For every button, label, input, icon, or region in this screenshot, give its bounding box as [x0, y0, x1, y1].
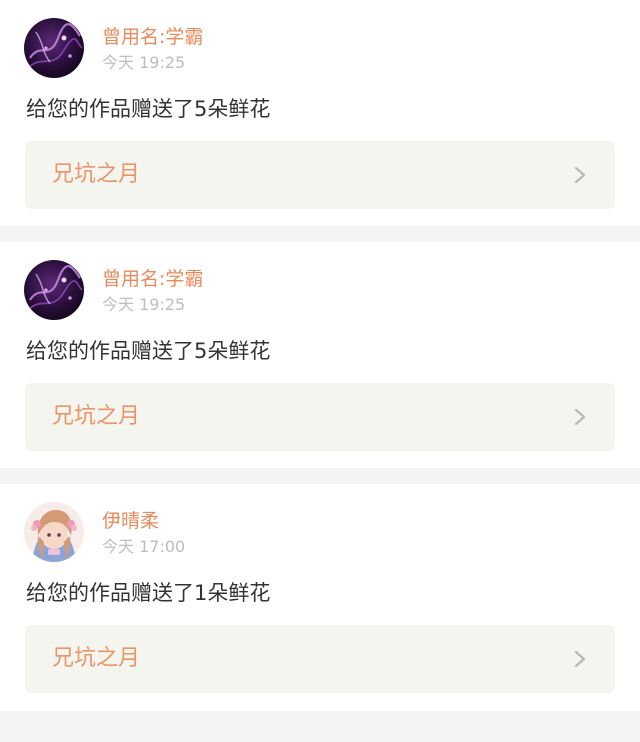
- avatar[interactable]: [24, 260, 84, 320]
- work-title: 兄坑之月: [52, 646, 141, 671]
- username[interactable]: 曾用名:学霸: [102, 267, 203, 291]
- notification-card: 曾用名:学霸 今天 19:25 给您的作品赠送了5朵鲜花 兄坑之月: [0, 242, 640, 468]
- work-title: 兄坑之月: [52, 404, 141, 429]
- notification-card: 伊晴柔 今天 17:00 给您的作品赠送了1朵鲜花 兄坑之月: [0, 484, 640, 711]
- gift-message: 给您的作品赠送了5朵鲜花: [26, 339, 271, 363]
- username[interactable]: 伊晴柔: [102, 509, 159, 533]
- timestamp: 今天 19:25: [102, 53, 186, 72]
- work-link[interactable]: 兄坑之月: [25, 141, 615, 209]
- username[interactable]: 曾用名:学霸: [102, 25, 203, 49]
- chevron-right-icon: [570, 165, 590, 185]
- chevron-right-icon: [570, 407, 590, 427]
- gift-message: 给您的作品赠送了1朵鲜花: [26, 581, 271, 605]
- chevron-right-icon: [570, 649, 590, 669]
- anime-girl-avatar-icon: [24, 502, 84, 562]
- timestamp: 今天 17:00: [102, 537, 186, 556]
- avatar[interactable]: [24, 18, 84, 78]
- avatar[interactable]: [24, 502, 84, 562]
- work-title: 兄坑之月: [52, 162, 141, 187]
- work-link[interactable]: 兄坑之月: [25, 625, 615, 693]
- flower-notification-feed: 曾用名:学霸 今天 19:25 给您的作品赠送了5朵鲜花 兄坑之月 曾用名:学霸…: [0, 0, 640, 711]
- notification-card: 曾用名:学霸 今天 19:25 给您的作品赠送了5朵鲜花 兄坑之月: [0, 0, 640, 226]
- dark-purple-art-avatar-icon: [24, 260, 84, 320]
- gift-message: 给您的作品赠送了5朵鲜花: [26, 97, 271, 121]
- timestamp: 今天 19:25: [102, 295, 186, 314]
- dark-purple-art-avatar-icon: [24, 18, 84, 78]
- work-link[interactable]: 兄坑之月: [25, 383, 615, 451]
